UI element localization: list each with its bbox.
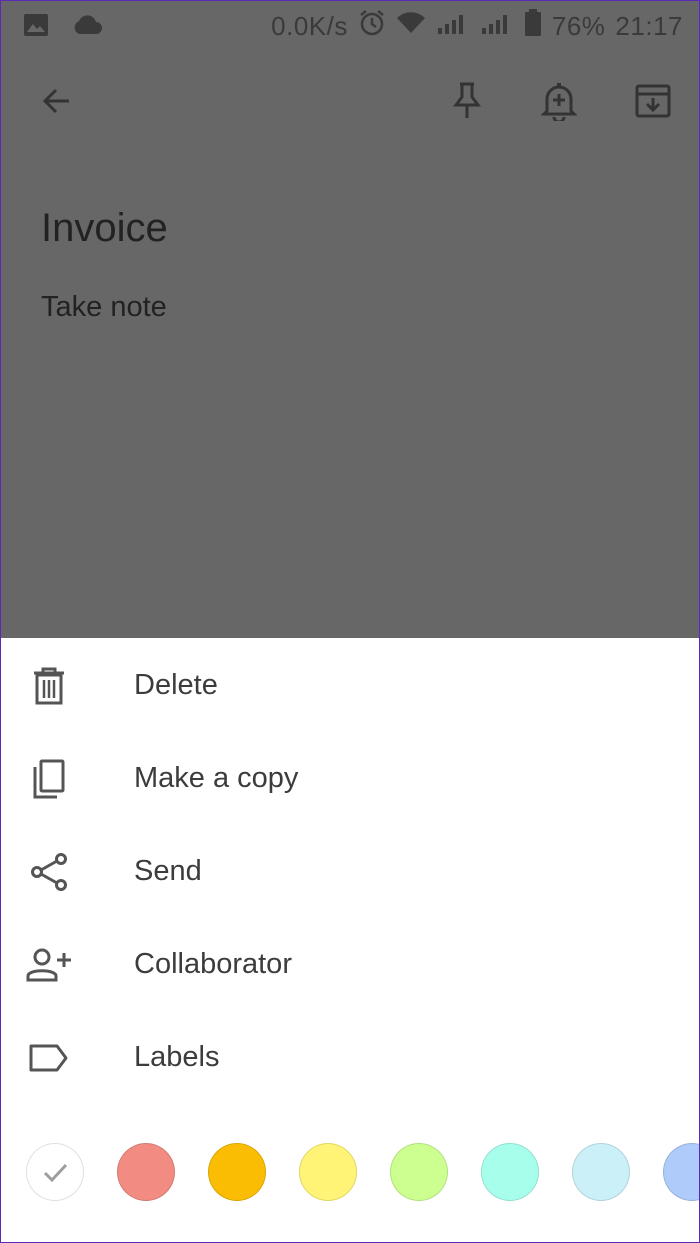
menu-item-send[interactable]: Send [1,825,699,918]
wifi-icon [396,11,426,42]
menu-item-collaborator[interactable]: Collaborator [1,918,699,1011]
color-swatch-orange[interactable] [208,1143,266,1201]
check-icon [43,1163,68,1183]
archive-icon [635,83,671,124]
color-swatch-yellow[interactable] [299,1143,357,1201]
signal-icon [436,11,470,42]
note-title[interactable]: Invoice [41,206,168,251]
pin-button[interactable] [445,81,489,125]
image-icon [23,13,49,42]
alarm-icon [358,9,386,44]
label-icon [25,1034,73,1082]
color-swatch-teal[interactable] [481,1143,539,1201]
note-toolbar [1,63,699,143]
color-swatch-red[interactable] [117,1143,175,1201]
color-swatch-green[interactable] [390,1143,448,1201]
note-body[interactable]: Take note [41,291,167,324]
menu-item-delete[interactable]: Delete [1,639,699,732]
menu-label-collaborator: Collaborator [134,948,292,980]
reminder-button[interactable] [537,81,581,125]
screen: 0.0K/s 76% 21:17 Invoice Take note Delet… [0,0,700,1243]
archive-button[interactable] [631,81,675,125]
note-editor-scrim[interactable]: 0.0K/s 76% 21:17 Invoice Take note [1,1,699,638]
menu-label-delete: Delete [134,669,218,701]
share-icon [25,848,73,896]
color-picker [1,1141,699,1205]
menu-item-make-copy[interactable]: Make a copy [1,732,699,825]
pin-icon [451,81,483,126]
back-button[interactable] [35,81,79,125]
menu-label-send: Send [134,855,202,887]
network-speed: 0.0K/s [271,11,348,41]
color-swatch-dark-blue[interactable] [663,1143,699,1201]
color-swatch-default[interactable] [26,1143,84,1201]
color-swatch-blue[interactable] [572,1143,630,1201]
battery-level: 76% [551,11,606,41]
signal-icon [480,11,514,42]
menu-label-labels: Labels [134,1041,220,1073]
battery-icon [524,9,542,44]
back-arrow-icon [39,83,75,124]
cloud-icon [71,14,103,41]
status-bar: 0.0K/s 76% 21:17 [1,1,699,53]
clock: 21:17 [615,11,683,41]
trash-icon [25,662,73,710]
copy-icon [25,755,73,803]
add-person-icon [25,941,73,989]
menu-item-labels[interactable]: Labels [1,1011,699,1104]
reminder-bell-icon [540,81,578,126]
menu-label-make-copy: Make a copy [134,762,299,794]
